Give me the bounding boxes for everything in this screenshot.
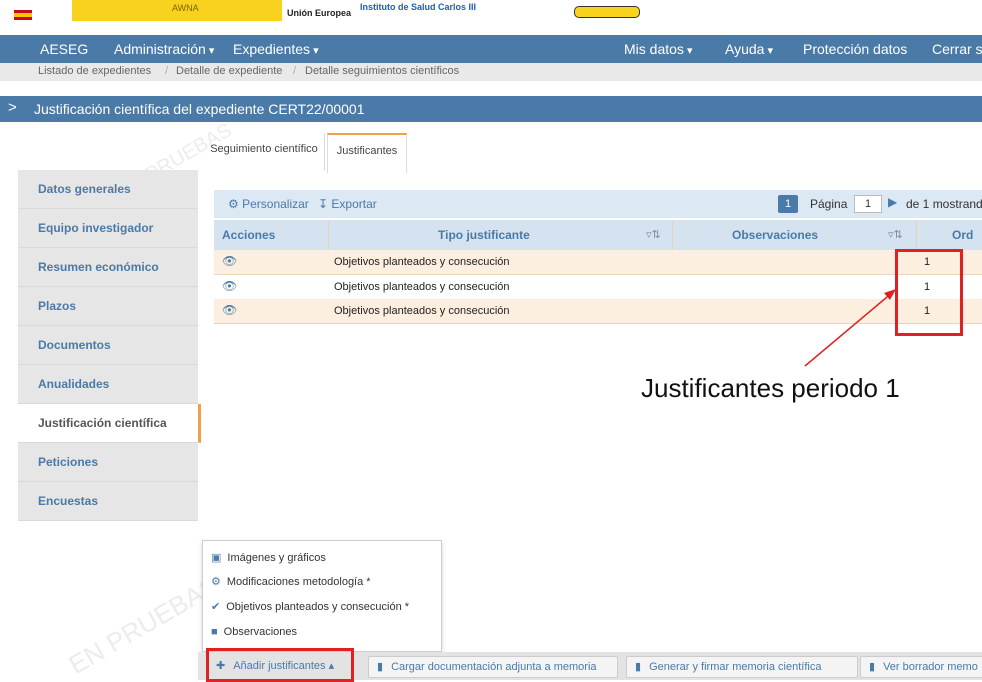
document-icon: ▮ <box>635 661 642 673</box>
gear-icon: ⚙ <box>211 576 221 588</box>
image-icon: ▣ <box>211 552 222 564</box>
view-draft-button[interactable]: ▮ Ver borrador memo <box>860 656 982 678</box>
annotation-arrow <box>804 289 896 367</box>
sign-memory-button[interactable]: ▮ Generar y firmar memoria científica <box>626 656 858 678</box>
add-docs-menu: ▣ Imágenes y gráficos ⚙ Modificaciones met… <box>202 540 442 652</box>
annotation-label: Justificantes periodo 1 <box>641 373 900 403</box>
menu-item-objectives[interactable]: ✔ Objetivos planteados y consecución * <box>211 600 409 613</box>
menu-item-images[interactable]: ▣ Imágenes y gráficos <box>211 551 326 564</box>
menu-item-observations[interactable]: ■ Observaciones <box>211 626 297 638</box>
comment-icon: ■ <box>211 626 218 638</box>
checkmark-icon: ✔ <box>211 601 221 613</box>
load-attachment-button[interactable]: ▮ Cargar documentación adjunta a memoria <box>368 656 618 678</box>
highlight-box <box>206 648 354 682</box>
document-icon: ▮ <box>377 661 384 673</box>
document-icon: ▮ <box>869 661 876 673</box>
menu-item-methodology[interactable]: ⚙ Modificaciones metodología * <box>211 575 371 588</box>
